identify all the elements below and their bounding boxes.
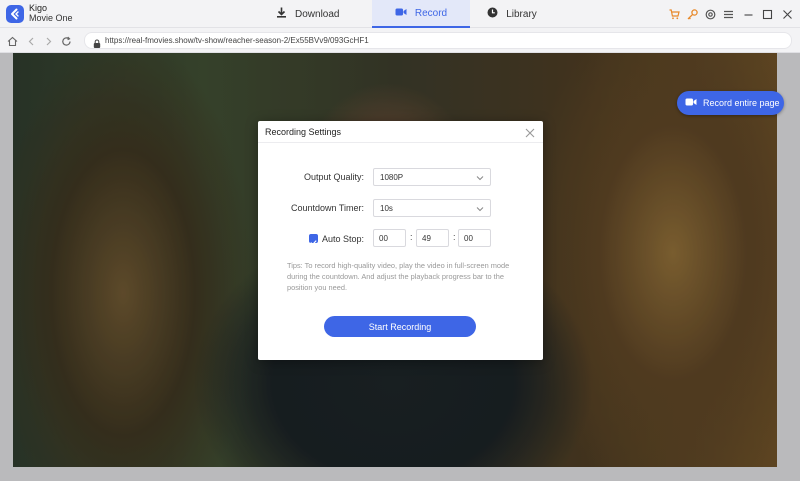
chevron-down-icon — [476, 174, 484, 183]
app-name: Kigo Movie One — [29, 3, 73, 23]
app-name-line2: Movie One — [29, 13, 73, 23]
countdown-timer-label: Countdown Timer: — [290, 203, 364, 213]
auto-stop-hours-input[interactable]: 00 — [373, 229, 406, 247]
countdown-timer-select[interactable]: 10s — [373, 199, 491, 217]
recording-settings-dialog: Recording Settings Output Quality: 1080P… — [258, 121, 543, 360]
settings-icon[interactable] — [703, 7, 717, 21]
download-icon — [276, 7, 295, 21]
minimize-icon[interactable] — [741, 7, 755, 21]
chevron-down-icon — [476, 205, 484, 214]
close-icon[interactable] — [524, 126, 536, 138]
close-icon[interactable] — [780, 7, 794, 21]
auto-stop-minutes-input[interactable]: 49 — [416, 229, 449, 247]
record-entire-page-label: Record entire page — [703, 98, 780, 108]
forward-icon[interactable] — [41, 34, 55, 48]
lock-icon — [93, 36, 101, 54]
output-quality-value: 1080P — [380, 172, 404, 182]
tab-record[interactable]: Record — [372, 0, 470, 28]
address-bar: https://real-fmovies.show/tv-show/reache… — [0, 28, 800, 53]
dialog-header: Recording Settings — [258, 121, 543, 143]
tab-download[interactable]: Download — [276, 0, 362, 28]
url-text: https://real-fmovies.show/tv-show/reache… — [105, 36, 369, 45]
time-separator: : — [453, 232, 456, 242]
refresh-icon[interactable] — [59, 34, 73, 48]
auto-stop-seconds-value: 00 — [464, 233, 473, 243]
tab-download-label: Download — [295, 8, 340, 20]
record-entire-page-button[interactable]: Record entire page — [677, 91, 784, 115]
time-separator: : — [410, 232, 413, 242]
video-camera-icon — [395, 7, 415, 20]
auto-stop-seconds-input[interactable]: 00 — [458, 229, 491, 247]
auto-stop-minutes-value: 49 — [422, 233, 431, 243]
clock-icon — [487, 7, 506, 21]
recording-tips: Tips: To record high-quality video, play… — [287, 261, 510, 292]
maximize-icon[interactable] — [760, 7, 774, 21]
tab-library[interactable]: Library — [470, 0, 554, 28]
cart-icon[interactable] — [667, 7, 681, 21]
auto-stop-checkbox[interactable] — [309, 234, 318, 246]
title-bar: Kigo Movie One Download Record Library — [0, 0, 800, 28]
auto-stop-label: Auto Stop: — [322, 234, 365, 244]
app-logo — [6, 5, 24, 23]
auto-stop-hours-value: 00 — [379, 233, 388, 243]
menu-icon[interactable] — [721, 7, 735, 21]
video-camera-icon — [685, 97, 703, 109]
output-quality-select[interactable]: 1080P — [373, 168, 491, 186]
home-icon[interactable] — [5, 34, 19, 48]
url-field[interactable]: https://real-fmovies.show/tv-show/reache… — [84, 32, 792, 49]
key-icon[interactable] — [685, 7, 699, 21]
dialog-title: Recording Settings — [265, 127, 342, 137]
start-recording-button[interactable]: Start Recording — [324, 316, 476, 337]
app-name-line1: Kigo — [29, 3, 48, 13]
tab-record-label: Record — [414, 7, 448, 19]
tab-library-label: Library — [506, 8, 537, 20]
back-icon[interactable] — [24, 34, 38, 48]
output-quality-label: Output Quality: — [303, 172, 364, 182]
countdown-timer-value: 10s — [380, 203, 393, 213]
start-recording-label: Start Recording — [368, 321, 432, 332]
